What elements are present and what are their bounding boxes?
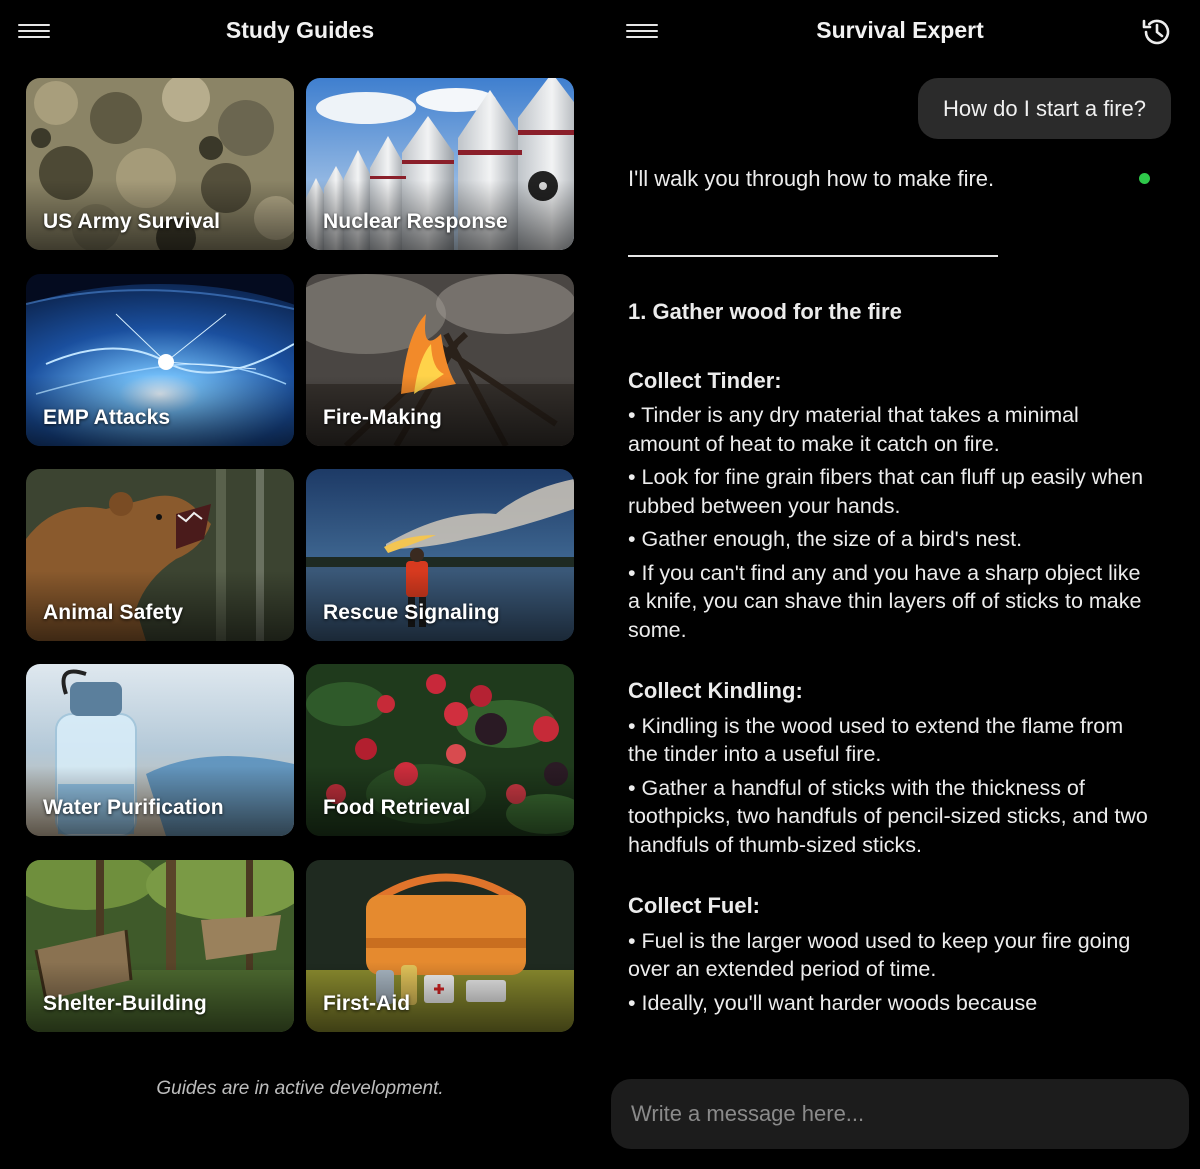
guide-label: Food Retrieval [323, 796, 471, 819]
divider [628, 255, 998, 257]
chat-title: Survival Expert [816, 17, 984, 43]
history-icon[interactable] [1140, 15, 1174, 49]
section-tinder: Collect Tinder: • Tinder is any dry mate… [628, 367, 1148, 645]
survival-expert-chat-panel: Survival Expert How do I start a fire? I… [600, 0, 1200, 1169]
bullet-item: • Kindling is the wood used to extend th… [628, 713, 1124, 767]
guide-tile-first-aid[interactable]: First-Aid [306, 860, 574, 1032]
guide-label: Rescue Signaling [323, 601, 500, 624]
bullet-item: • Fuel is the larger wood used to keep y… [628, 928, 1131, 982]
study-guides-panel: Study Guides US Army Survival Nuclear Re… [0, 0, 600, 1169]
guide-label: Shelter-Building [43, 992, 207, 1015]
guide-tile-us-army-survival[interactable]: US Army Survival [26, 78, 294, 250]
guide-tile-emp-attacks[interactable]: EMP Attacks [26, 274, 294, 446]
scroll-fade [628, 1030, 1168, 1054]
section-heading: Collect Kindling: [628, 678, 803, 703]
guide-label: Fire-Making [323, 406, 442, 429]
assistant-intro-text: I'll walk you through how to make fire. [628, 166, 995, 191]
online-status-dot [1139, 173, 1150, 184]
guide-tile-water-purification[interactable]: Water Purification [26, 664, 294, 836]
bullet-item: • Gather enough, the size of a bird's ne… [628, 527, 1023, 551]
guide-tile-rescue-signaling[interactable]: Rescue Signaling [306, 469, 574, 641]
guide-tile-animal-safety[interactable]: Animal Safety [26, 469, 294, 641]
guide-label: Nuclear Response [323, 210, 508, 233]
guide-label: Animal Safety [43, 601, 184, 624]
bullet-item: • Gather a handful of sticks with the th… [628, 775, 1148, 857]
guide-label: US Army Survival [43, 210, 221, 233]
message-input[interactable] [611, 1079, 1189, 1149]
guide-label: EMP Attacks [43, 406, 171, 429]
step-heading: 1. Gather wood for the fire [628, 299, 902, 324]
section-kindling: Collect Kindling: • Kindling is the wood… [628, 677, 1148, 859]
guide-label: Water Purification [43, 796, 224, 819]
assistant-response: 1. Gather wood for the fire Collect Tind… [628, 298, 1148, 1052]
guide-tile-fire-making[interactable]: Fire-Making [306, 274, 574, 446]
guide-tile-shelter-building[interactable]: Shelter-Building [26, 860, 294, 1032]
guide-tile-food-retrieval[interactable]: Food Retrieval [306, 664, 574, 836]
bullet-item: • Tinder is any dry material that takes … [628, 403, 1079, 456]
bullet-item: • If you can't find any and you have a s… [628, 560, 1142, 642]
page-title: Study Guides [225, 17, 375, 43]
section-heading: Collect Fuel: [628, 893, 761, 918]
bullet-item: • Ideally, you'll want harder woods beca… [628, 990, 1038, 1015]
guide-tile-nuclear-response[interactable]: Nuclear Response [306, 78, 574, 250]
section-heading: Collect Tinder: [628, 367, 782, 393]
development-notice: Guides are in active development. [156, 1078, 444, 1099]
guide-label: First-Aid [323, 992, 411, 1015]
user-message-bubble: How do I start a fire? [918, 78, 1171, 139]
section-fuel: Collect Fuel: • Fuel is the larger wood … [628, 892, 1148, 1017]
bullet-item: • Look for fine grain fibers that can fl… [628, 465, 1144, 518]
